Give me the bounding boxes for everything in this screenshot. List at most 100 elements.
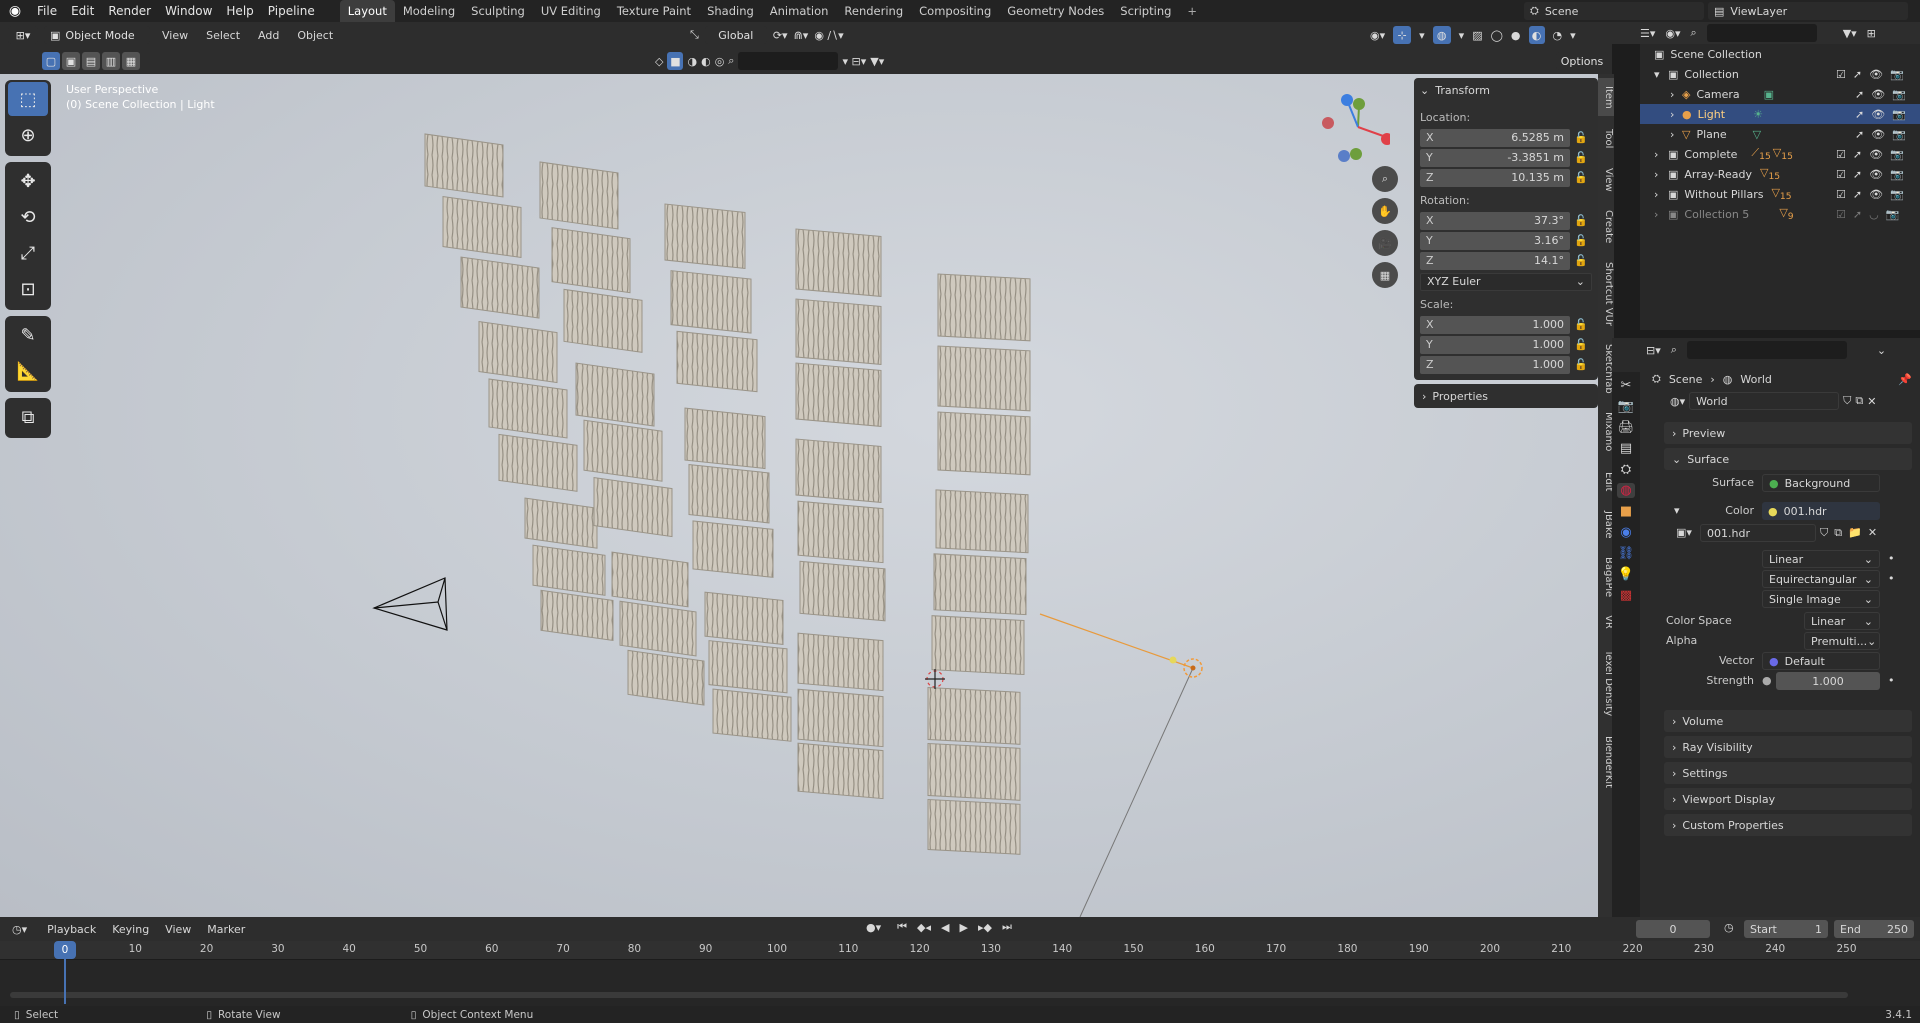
editor-type-icon[interactable]: ⊞▾: [8, 26, 38, 44]
select-arrow-icon[interactable]: ➚: [1855, 88, 1864, 101]
sidetab-view[interactable]: View: [1598, 160, 1614, 200]
fake-user-shield-icon[interactable]: ⛉: [1820, 526, 1828, 540]
pan-hand-icon[interactable]: ✋: [1372, 198, 1398, 224]
color-space-dropdown[interactable]: Linear ⌄: [1804, 612, 1880, 630]
render-camera-icon[interactable]: 📷: [1890, 188, 1904, 201]
exclude-checkbox[interactable]: ☑: [1836, 68, 1846, 81]
menu-pipeline[interactable]: Pipeline: [261, 0, 322, 22]
current-frame-field[interactable]: 0: [1636, 920, 1710, 938]
visibility-filter-icon[interactable]: ◇: [655, 55, 663, 68]
duplicate-icon[interactable]: ⧉: [1855, 394, 1863, 408]
select-arrow-icon[interactable]: ➚: [1853, 188, 1862, 201]
menu-keying[interactable]: Keying: [104, 923, 157, 936]
scene-tab-icon[interactable]: ⛭: [1621, 462, 1631, 477]
menu-help[interactable]: Help: [219, 0, 260, 22]
select-arrow-icon[interactable]: ➚: [1853, 208, 1862, 221]
menu-edit[interactable]: Edit: [64, 0, 101, 22]
image-name-field[interactable]: 001.hdr: [1700, 524, 1816, 542]
prev-keyframe-icon[interactable]: ◆◂: [917, 921, 931, 934]
viewport-search-input[interactable]: [738, 52, 839, 70]
select-arrow-icon[interactable]: ➚: [1853, 68, 1862, 81]
constraints-tab-icon[interactable]: ⛓: [1618, 546, 1635, 561]
interpolation-dropdown[interactable]: Linear ⌄: [1762, 550, 1880, 568]
exclude-checkbox[interactable]: ☑: [1836, 148, 1846, 161]
snap-icon[interactable]: ⋒▾: [794, 29, 809, 42]
tab-rendering[interactable]: Rendering: [836, 0, 911, 22]
world-datablock-icon[interactable]: ◍▾: [1670, 395, 1685, 408]
eye-icon[interactable]: 👁: [1869, 148, 1883, 161]
select-arrow-icon[interactable]: ➚: [1853, 148, 1862, 161]
start-frame-field[interactable]: Start 1: [1744, 920, 1828, 938]
gizmo-dropdown-icon[interactable]: ▾: [1419, 29, 1425, 42]
shading-options-icon[interactable]: ▾: [1570, 29, 1576, 42]
render-camera-icon[interactable]: 📷: [1892, 128, 1906, 141]
eye-icon[interactable]: 👁: [1871, 128, 1885, 141]
xray-icon[interactable]: ▨: [1472, 29, 1482, 42]
source-dropdown[interactable]: Single Image ⌄: [1762, 590, 1880, 608]
timeline-editor-icon[interactable]: ◷▾: [12, 923, 27, 936]
view-layer-selector[interactable]: ▤ ViewLayer: [1708, 2, 1908, 20]
tool-tab-icon[interactable]: ✂: [1621, 378, 1632, 393]
unlink-icon[interactable]: ✕: [1867, 395, 1876, 408]
tab-uv-editing[interactable]: UV Editing: [533, 0, 609, 22]
scale-y-field[interactable]: Y 1.000: [1420, 335, 1570, 354]
overlay-toggle-icon[interactable]: ◍: [1432, 26, 1451, 44]
render-camera-icon[interactable]: 📷: [1892, 88, 1906, 101]
zoom-icon[interactable]: ⌕: [1372, 166, 1398, 192]
section-surface[interactable]: ⌄ Surface: [1664, 448, 1912, 470]
gizmo-toggle-icon[interactable]: ⊹: [1393, 26, 1412, 44]
tab-layout[interactable]: Layout: [339, 0, 395, 22]
light-data-icon[interactable]: ☀: [1753, 108, 1763, 121]
select-mode-invert-icon[interactable]: ▥: [102, 52, 120, 70]
shading-material-icon[interactable]: ◑: [687, 55, 697, 68]
filter-icon[interactable]: ▼▾: [1843, 27, 1857, 40]
rotation-z-field[interactable]: Z 14.1°: [1420, 251, 1570, 270]
section-preview[interactable]: › Preview: [1664, 422, 1912, 444]
jump-end-icon[interactable]: ⏭: [1002, 920, 1012, 934]
select-mode-subtract-icon[interactable]: ▤: [82, 52, 100, 70]
sidetab-create[interactable]: Create: [1598, 202, 1614, 252]
tab-shading[interactable]: Shading: [699, 0, 762, 22]
exclude-checkbox[interactable]: ☑: [1836, 208, 1846, 221]
lock-icon[interactable]: 🔓: [1570, 151, 1592, 164]
funnel-filter-icon[interactable]: ▼▾: [870, 55, 884, 68]
object-tab-icon[interactable]: ■: [1620, 504, 1632, 519]
section-custom-properties[interactable]: › Custom Properties: [1664, 814, 1912, 836]
shading-wire-icon[interactable]: ◎: [715, 55, 725, 68]
timeline-track-area[interactable]: [0, 959, 1920, 1006]
lock-icon[interactable]: 🔓: [1570, 318, 1592, 331]
eye-closed-icon[interactable]: ◡: [1869, 208, 1879, 221]
rotation-mode-dropdown[interactable]: XYZ Euler ⌄: [1420, 272, 1592, 291]
location-x-field[interactable]: X 6.5285 m: [1420, 128, 1570, 147]
sidetab-tool[interactable]: Tool: [1598, 120, 1614, 158]
eye-icon[interactable]: 👁: [1869, 68, 1883, 81]
keyframe-dot-icon[interactable]: •: [1888, 572, 1895, 585]
properties-editor-icon[interactable]: ⊟▾: [1646, 344, 1661, 357]
expand-arrow-icon[interactable]: ›: [1654, 208, 1668, 221]
section-settings[interactable]: › Settings: [1664, 762, 1912, 784]
scale-x-field[interactable]: X 1.000: [1420, 315, 1570, 334]
tab-geometry-nodes[interactable]: Geometry Nodes: [999, 0, 1112, 22]
end-frame-field[interactable]: End 250: [1834, 920, 1914, 938]
alpha-dropdown[interactable]: Premulti... ⌄: [1804, 632, 1880, 650]
wireframe-shading-icon[interactable]: ◯: [1491, 29, 1503, 42]
sidetab-item[interactable]: Item: [1598, 78, 1614, 116]
lock-icon[interactable]: 🔓: [1570, 171, 1592, 184]
select-mode-extend-icon[interactable]: ▣: [62, 52, 80, 70]
header-menu-view[interactable]: View: [156, 29, 194, 42]
lock-icon[interactable]: 🔓: [1570, 338, 1592, 351]
camera-view-icon[interactable]: 🎥: [1372, 230, 1398, 256]
render-camera-icon[interactable]: 📷: [1886, 208, 1900, 221]
tab-modeling[interactable]: Modeling: [395, 0, 463, 22]
3d-viewport[interactable]: User Perspective (0) Scene Collection | …: [0, 74, 1614, 917]
options-button[interactable]: Options: [1556, 52, 1608, 70]
lock-icon[interactable]: 🔓: [1570, 131, 1592, 144]
jump-start-icon[interactable]: ⏮: [897, 920, 907, 934]
expanded-triangle-icon[interactable]: ▾: [1674, 504, 1680, 517]
menu-marker[interactable]: Marker: [199, 923, 253, 936]
search-icon[interactable]: ⌕: [1691, 26, 1697, 40]
auto-key-record-icon[interactable]: ●▾: [866, 921, 881, 934]
render-tab-icon[interactable]: 📷: [1618, 399, 1634, 414]
filter-dropdown-icon[interactable]: ▾ ⊟▾: [842, 55, 866, 68]
tab-animation[interactable]: Animation: [762, 0, 837, 22]
